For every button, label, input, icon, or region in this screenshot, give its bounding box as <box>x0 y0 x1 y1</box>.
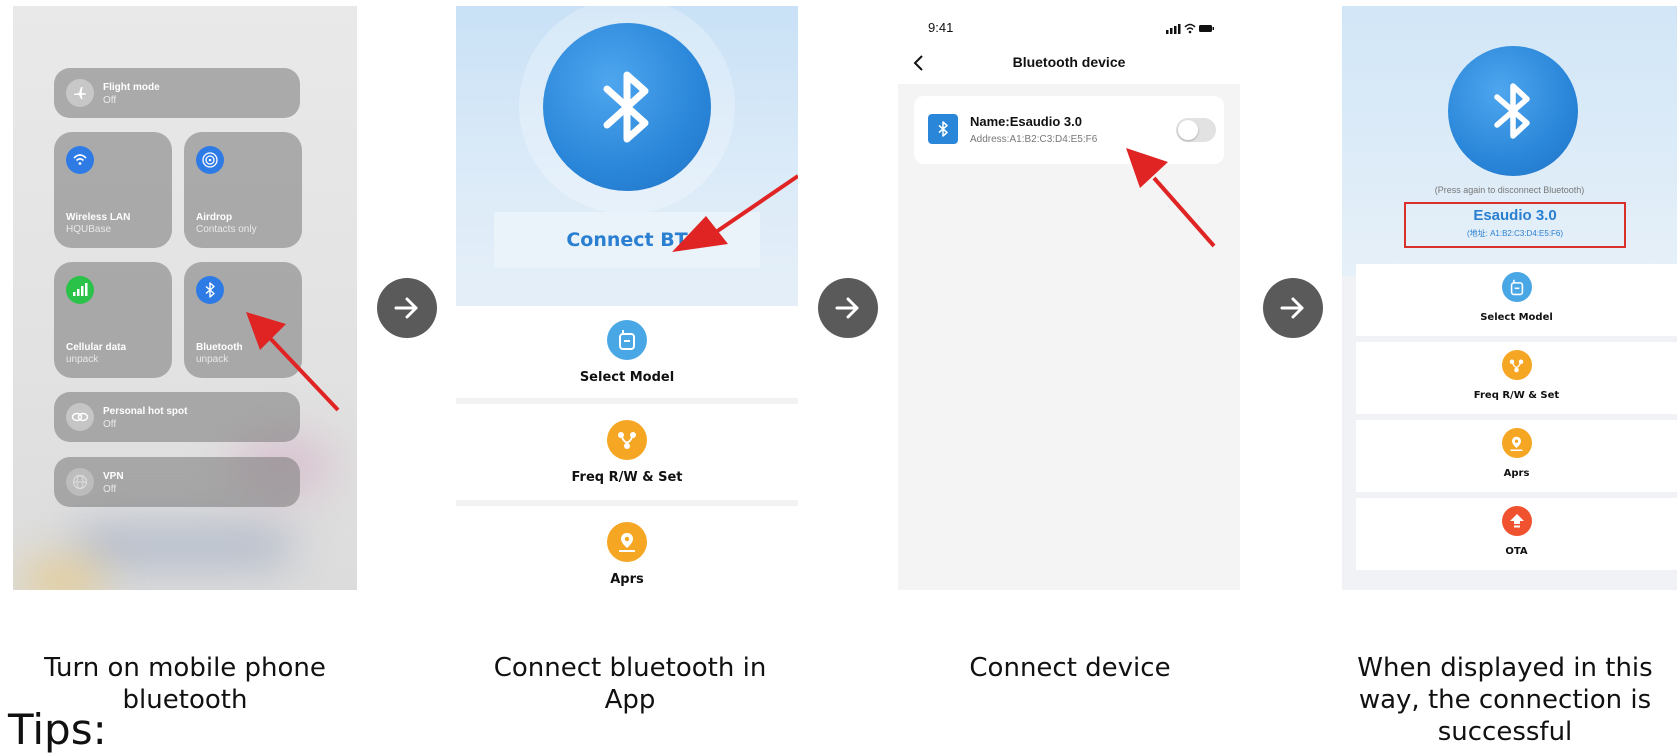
status-time: 9:41 <box>928 20 954 35</box>
navigation-bar <box>898 6 1240 84</box>
bluetooth-device-screenshot: 9:41 Bluetooth device Name:Esaudio 3.0 A… <box>898 6 1240 590</box>
connected-device-box: Esaudio 3.0 (地址: A1:B2:C3:D4:E5:F6) <box>1404 202 1626 248</box>
pointer-arrow-icon <box>672 174 798 252</box>
menu-item-aprs[interactable]: Aprs <box>456 506 798 590</box>
page-title: Bluetooth device <box>1012 54 1126 70</box>
connected-device-name: Esaudio 3.0 <box>1473 207 1557 224</box>
vpn-label: VPN <box>103 471 124 482</box>
bluetooth-status: unpack <box>196 354 229 365</box>
personal-hotspot-status: Off <box>103 419 117 430</box>
device-address: Address:A1:B2:C3:D4:E5:F6 <box>970 134 1098 145</box>
wireless-lan-network: HQUBase <box>66 224 112 235</box>
wireless-lan-tile[interactable]: Wireless LAN HQUBase <box>54 132 172 248</box>
background-blur <box>73 526 293 566</box>
menu-item-label: Freq R/W & Set <box>571 470 683 485</box>
menu-item-label: OTA <box>1505 546 1528 557</box>
bluetooth-icon <box>196 276 224 304</box>
caption-step-2: Connect bluetooth in App <box>493 653 767 715</box>
personal-hotspot-label: Personal hot spot <box>103 406 188 417</box>
menu-item-label: Aprs <box>610 572 644 587</box>
bluetooth-label: Bluetooth <box>196 342 243 353</box>
airdrop-icon <box>196 146 224 174</box>
signal-bars-icon <box>66 276 94 304</box>
menu-item-label: Aprs <box>1503 468 1530 479</box>
wireless-lan-label: Wireless LAN <box>66 212 131 223</box>
map-pin-icon <box>1501 428 1532 458</box>
disconnect-hint: (Press again to disconnect Bluetooth) <box>1434 185 1585 195</box>
globe-icon <box>66 468 94 496</box>
cellular-data-tile[interactable]: Cellular data unpack <box>54 262 172 378</box>
menu-item-label: Select Model <box>1480 312 1553 323</box>
airdrop-label: Airdrop <box>196 212 233 223</box>
menu-item-select-model[interactable]: Select Model <box>1356 264 1677 336</box>
airdrop-tile[interactable]: Airdrop Contacts only <box>184 132 302 248</box>
control-center-screenshot: Flight mode Off Wireless LAN HQUBase Air… <box>13 6 357 590</box>
app-main-screenshot: Connect BT Select Model Freq R/W & Set A… <box>456 6 798 590</box>
caption-step-4: When displayed in this way, the connecti… <box>1357 653 1653 747</box>
radio-icon <box>607 320 647 360</box>
device-name: Name:Esaudio 3.0 <box>970 114 1082 129</box>
bluetooth-icon[interactable] <box>543 23 711 191</box>
caption-step-3: Connect device <box>969 653 1171 683</box>
bluetooth-icon[interactable] <box>1448 46 1578 176</box>
next-step-arrow-icon <box>818 278 878 338</box>
flight-mode-label: Flight mode <box>103 82 160 93</box>
wifi-icon <box>66 146 94 174</box>
bluetooth-icon <box>928 114 958 144</box>
status-icons <box>1166 23 1214 34</box>
menu-item-select-model[interactable]: Select Model <box>456 306 798 398</box>
airplane-icon <box>66 79 94 107</box>
vpn-status: Off <box>103 484 117 495</box>
radio-icon <box>1501 272 1532 302</box>
connected-device-address: (地址: A1:B2:C3:D4:E5:F6) <box>1466 229 1564 238</box>
connect-toggle[interactable] <box>1176 118 1216 142</box>
share-icon <box>607 420 647 460</box>
next-step-arrow-icon <box>1263 278 1323 338</box>
flight-mode-tile[interactable]: Flight mode Off <box>54 68 300 118</box>
menu-item-label: Select Model <box>579 370 675 385</box>
menu-item-ota[interactable]: OTA <box>1356 498 1677 570</box>
pointer-arrow-icon <box>246 312 340 412</box>
menu-item-freq[interactable]: Freq R/W & Set <box>1356 342 1677 414</box>
background-blur <box>23 566 103 590</box>
toggle-knob <box>1178 120 1198 140</box>
pointer-arrow-icon <box>1126 148 1216 248</box>
menu-item-freq[interactable]: Freq R/W & Set <box>456 404 798 500</box>
menu-item-aprs[interactable]: Aprs <box>1356 420 1677 492</box>
app-connected-screenshot: (Press again to disconnect Bluetooth) Es… <box>1342 6 1677 590</box>
hotspot-link-icon <box>66 403 94 431</box>
vpn-tile[interactable]: VPN Off <box>54 457 300 507</box>
share-icon <box>1501 350 1532 380</box>
menu-item-label: Freq R/W & Set <box>1473 390 1560 401</box>
tips-heading: Tips: <box>8 705 107 754</box>
flight-mode-status: Off <box>103 95 117 106</box>
cellular-data-status: unpack <box>66 354 99 365</box>
airdrop-status: Contacts only <box>196 224 257 235</box>
upload-icon <box>1501 506 1532 536</box>
map-pin-icon <box>607 522 647 562</box>
next-step-arrow-icon <box>377 278 437 338</box>
cellular-data-label: Cellular data <box>66 342 127 353</box>
